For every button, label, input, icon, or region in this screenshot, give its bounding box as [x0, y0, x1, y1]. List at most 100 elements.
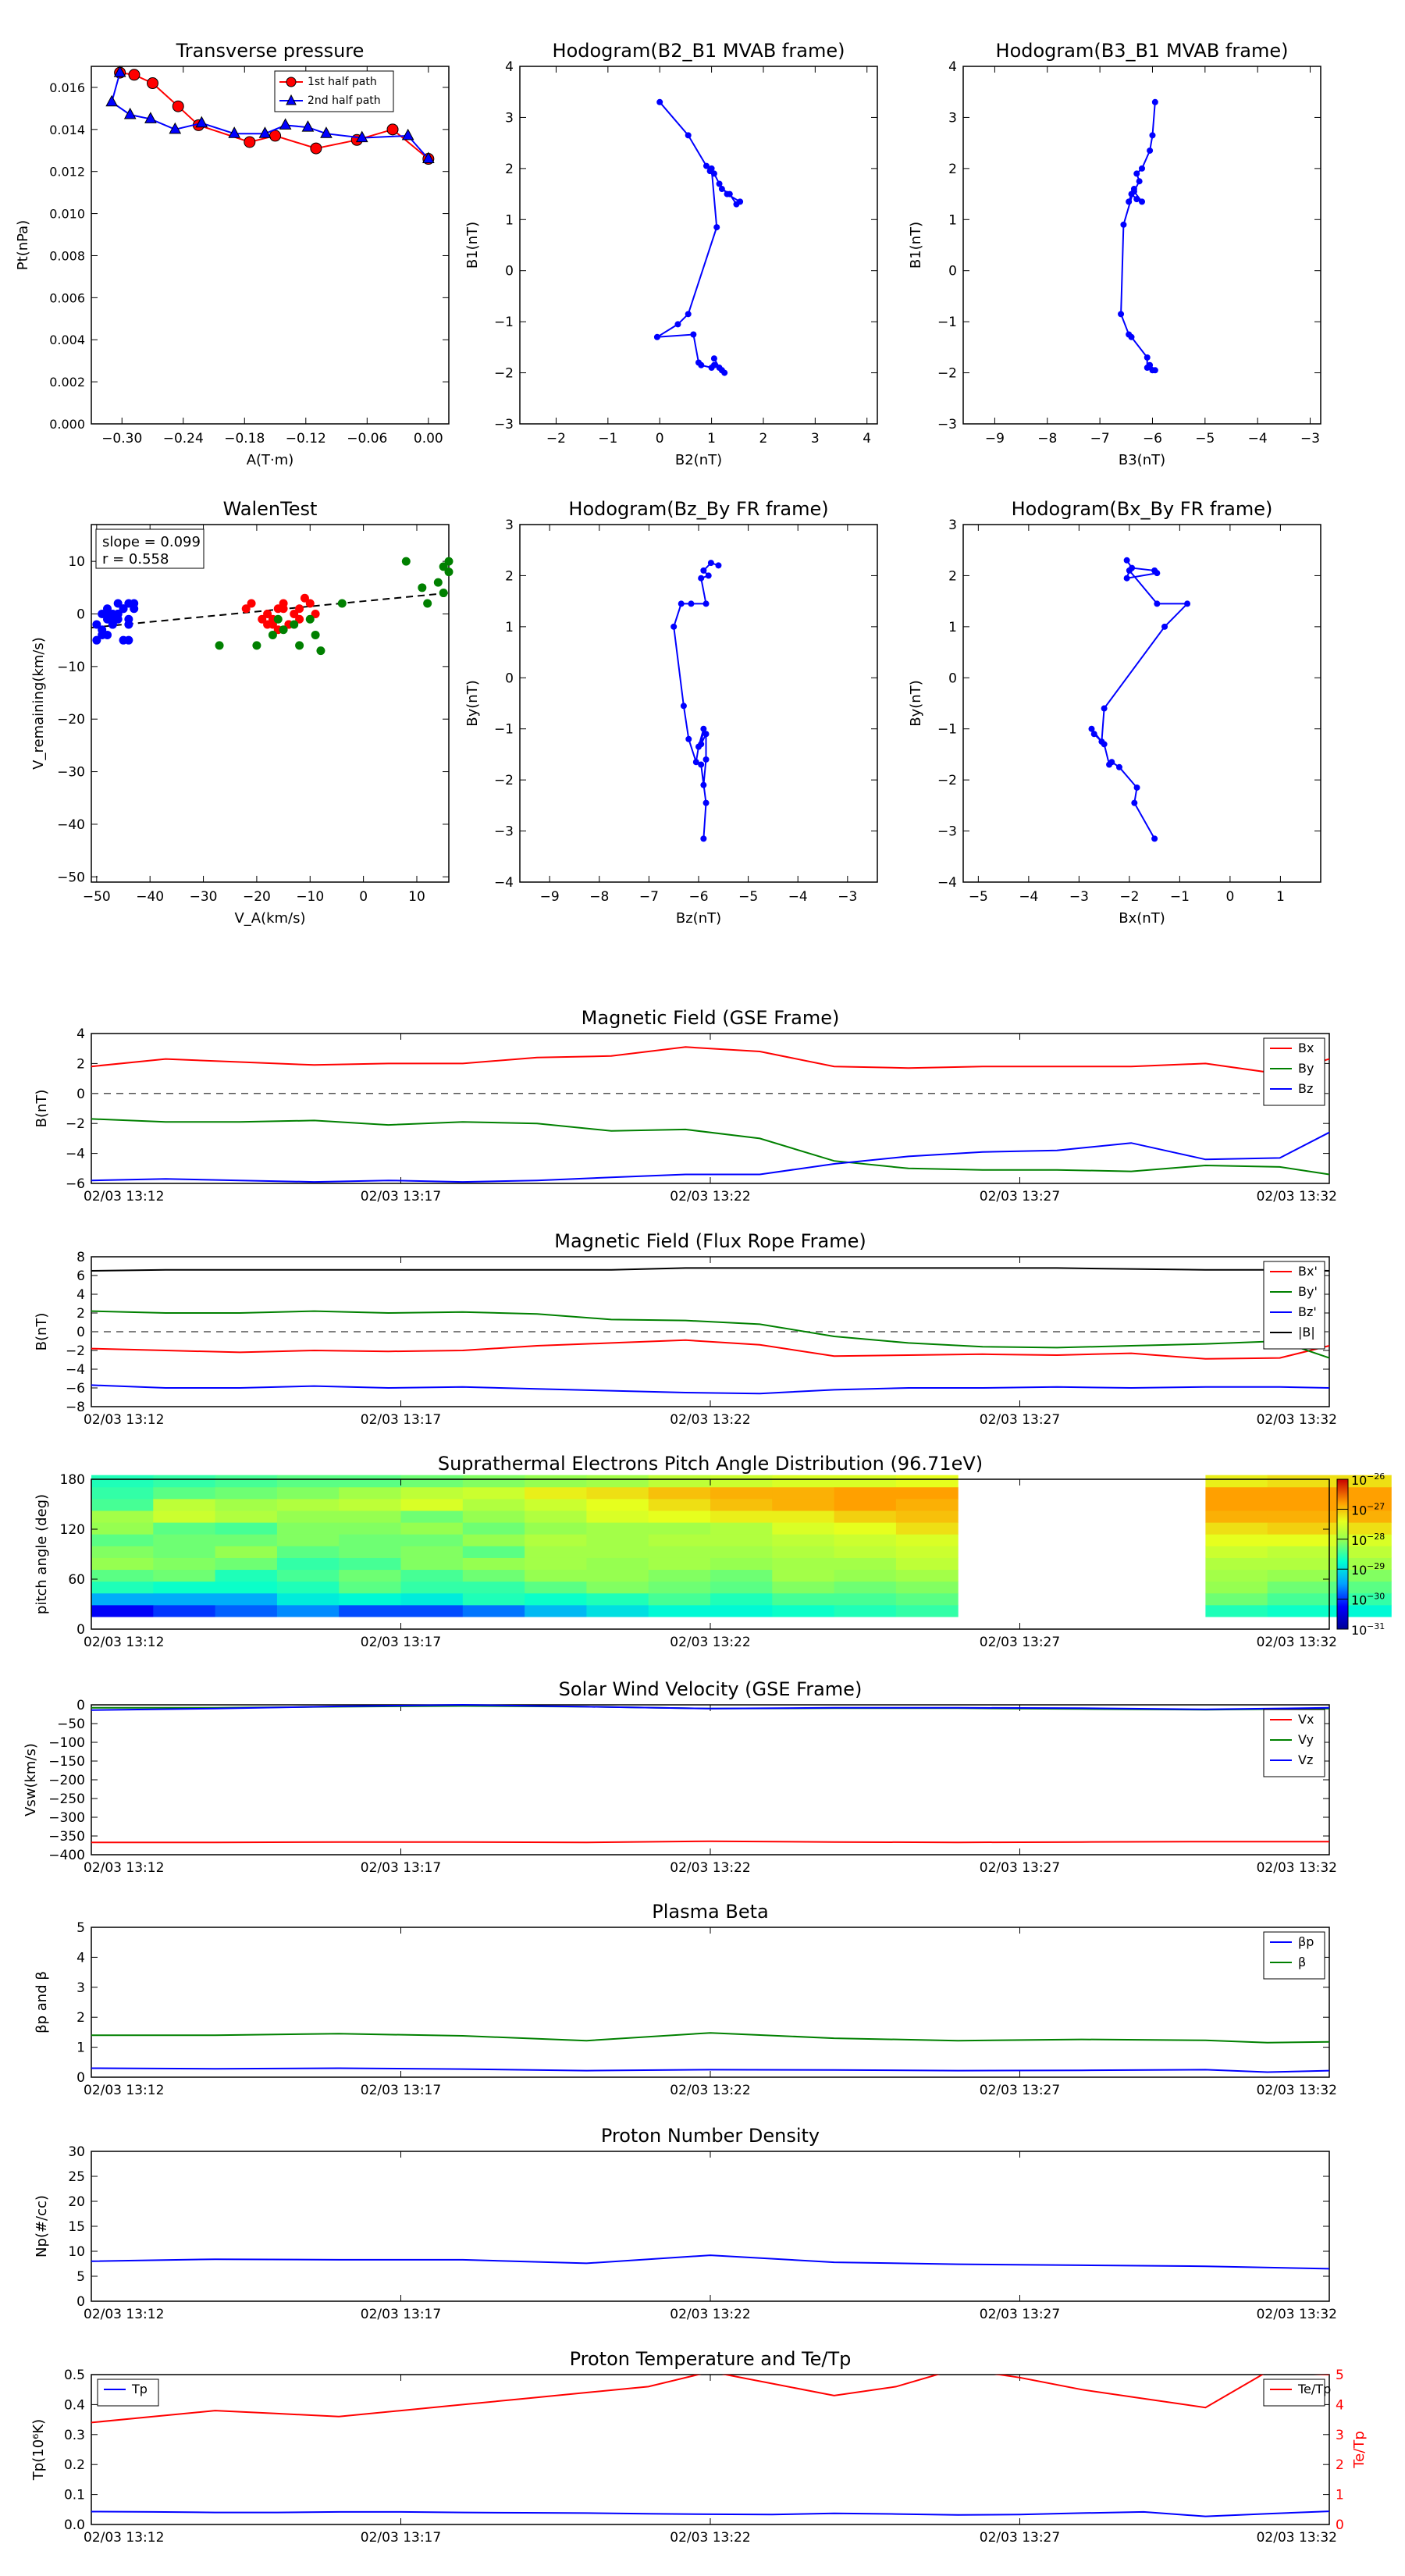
- heatmap-cell: [525, 1546, 587, 1558]
- heatmap-cell: [153, 1475, 216, 1488]
- data-point: [690, 331, 697, 338]
- x-tick-label: −4: [1019, 889, 1038, 905]
- y-tick-label: 0.006: [49, 290, 85, 305]
- data-point: [713, 224, 720, 231]
- heatmap-cell: [895, 1498, 959, 1511]
- y-tick-label: 0.1: [64, 2488, 85, 2503]
- heatmap-cell: [710, 1486, 773, 1500]
- y-tick-label: 4: [505, 59, 514, 75]
- legend-label: βp: [1298, 1934, 1314, 1949]
- heatmap-cell: [710, 1498, 773, 1511]
- y-tick-label: −3: [937, 417, 957, 432]
- series-line-3: [91, 1267, 1330, 1272]
- heatmap-cell: [525, 1498, 587, 1511]
- y2-tick-label: 2: [1336, 2457, 1344, 2473]
- heatmap-cell: [648, 1604, 711, 1617]
- heatmap-cell: [772, 1569, 835, 1582]
- heatmap-cell: [1267, 1510, 1330, 1523]
- time-tick-label: 02/03 13:12: [84, 1189, 164, 1204]
- chart-hodo2: Hodogram(B3_B1 MVAB frame) −3 −2 −1 0 1 2 3 4 −9 −…: [908, 40, 1321, 468]
- heatmap-cell: [400, 1486, 464, 1500]
- legend-label: 1st half path: [308, 76, 377, 88]
- heatmap-cell: [586, 1569, 649, 1582]
- y-axis-label: pitch angle (deg): [34, 1494, 50, 1614]
- data-point: [1123, 575, 1130, 582]
- y-tick-label: −350: [48, 1829, 85, 1845]
- y-tick-label: −8: [66, 1400, 85, 1415]
- colorbar-exponent: −30: [1367, 1592, 1385, 1602]
- heatmap-cell: [525, 1581, 587, 1594]
- data-point: [698, 761, 705, 768]
- scatter-point: [124, 614, 133, 624]
- legend-label: Bx: [1298, 1041, 1314, 1055]
- heatmap-cell: [1205, 1498, 1268, 1511]
- heatmap-cell: [1205, 1510, 1268, 1523]
- heatmap-cell: [525, 1522, 587, 1535]
- y-tick-label: 4: [76, 1026, 85, 1042]
- x-tick-label: −0.30: [101, 431, 142, 447]
- chart-hodo1: Hodogram(B2_B1 MVAB frame) −3 −2 −1 0 1 2 3 4 −2 −…: [464, 40, 878, 468]
- heatmap-cell: [339, 1592, 401, 1606]
- data-point: [656, 98, 663, 105]
- x-tick-label: 4: [863, 431, 871, 447]
- y-tick-label: 60: [68, 1572, 85, 1588]
- colorbar-exponent: −31: [1367, 1621, 1385, 1631]
- heatmap-cell: [772, 1534, 835, 1546]
- plot-frame: [91, 2374, 1330, 2525]
- chart-pt: Transverse pressure 0.000 0.002 0.004 0.006 0…: [15, 40, 450, 468]
- heatmap-cell: [648, 1498, 711, 1511]
- heatmap-cell: [91, 1581, 154, 1594]
- colorbar-label: 10: [1351, 1503, 1367, 1517]
- x-tick-label: 3: [811, 431, 820, 447]
- heatmap-cell: [91, 1498, 154, 1511]
- x-tick-label: −3: [1300, 431, 1320, 447]
- data-point: [301, 120, 315, 132]
- heatmap-cell: [215, 1604, 278, 1617]
- heatmap-cell: [1267, 1581, 1330, 1594]
- heatmap-cell: [586, 1592, 649, 1606]
- heatmap-cell: [834, 1486, 897, 1500]
- heatmap-cell: [1267, 1546, 1330, 1558]
- legend-label: Te/Tp: [1297, 2382, 1331, 2396]
- x-tick-label: −0.18: [224, 431, 265, 447]
- x-tick-label: −0.06: [347, 431, 387, 447]
- x-tick-label: −1: [1170, 889, 1190, 905]
- y-tick-label: −2: [66, 1116, 85, 1132]
- time-tick-label: 02/03 13:22: [670, 2083, 750, 2098]
- scatter-point: [439, 589, 448, 598]
- heatmap-cell: [462, 1581, 525, 1594]
- y-tick-label: 0.014: [49, 123, 85, 137]
- y-axis-label: B1(nT): [464, 222, 481, 269]
- data-point: [688, 600, 695, 607]
- y-axis-label: B1(nT): [908, 222, 924, 269]
- heatmap-cell: [525, 1592, 587, 1606]
- y-tick-label: −200: [48, 1773, 85, 1788]
- heatmap-cell: [834, 1592, 897, 1606]
- legend-label: 2nd half path: [308, 94, 381, 107]
- heatmap-cell: [710, 1522, 773, 1535]
- heatmap-cell: [834, 1522, 897, 1535]
- heatmap-cell: [895, 1569, 959, 1582]
- y-tick-label: −2: [937, 773, 957, 788]
- scatter-point: [305, 599, 315, 608]
- heatmap-cell: [400, 1592, 464, 1606]
- chart-vsw: Solar Wind Velocity (GSE Frame) −400 −350 −…: [23, 1678, 1337, 1876]
- time-tick-label: 02/03 13:22: [670, 2530, 750, 2546]
- time-tick-label: 02/03 13:17: [361, 1635, 441, 1650]
- x-axis-label: B2(nT): [675, 452, 722, 468]
- heatmap-cell: [339, 1522, 401, 1535]
- scatter-point: [273, 614, 283, 624]
- time-tick-label: 02/03 13:12: [84, 2083, 164, 2098]
- data-point: [716, 180, 723, 187]
- scatter-point: [130, 599, 139, 608]
- time-tick-label: 02/03 13:12: [84, 1412, 164, 1428]
- time-tick-label: 02/03 13:27: [980, 1860, 1060, 1876]
- x-tick-label: −9: [985, 431, 1005, 447]
- heatmap-cell: [895, 1534, 959, 1546]
- heatmap-cell: [772, 1475, 835, 1488]
- x-tick-label: −4: [788, 889, 808, 905]
- heatmap-cell: [710, 1546, 773, 1558]
- heatmap-cell: [834, 1498, 897, 1511]
- heatmap-cell: [91, 1546, 154, 1558]
- y-tick-label: −1: [937, 722, 957, 738]
